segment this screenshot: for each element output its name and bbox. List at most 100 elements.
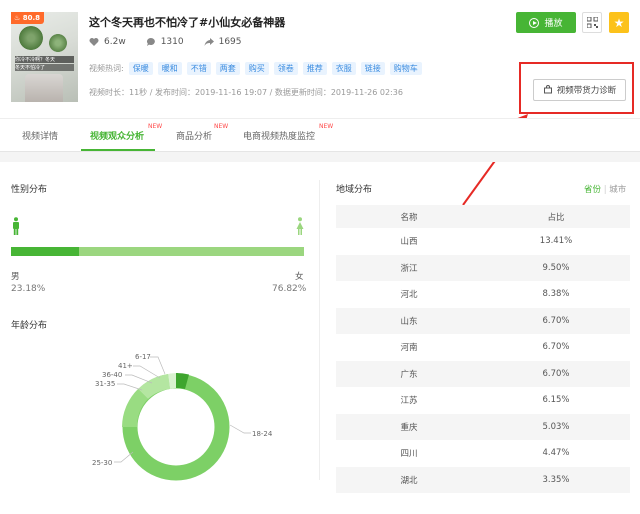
favorite-button[interactable]: ★ xyxy=(609,12,629,33)
share-arrow-icon xyxy=(204,38,214,46)
region-name: 四川 xyxy=(400,449,418,460)
region-pct: 8.38% xyxy=(542,289,570,300)
toggle-province[interactable]: 省份 xyxy=(584,185,601,195)
tab-product-analysis[interactable]: 商品分析 NEW xyxy=(176,123,228,142)
hot-word-tag[interactable]: 保暖 xyxy=(128,62,153,75)
comments-count: 1310 xyxy=(160,37,184,47)
hot-word-tag[interactable]: 暖和 xyxy=(157,62,182,75)
comments-stat: 1310 xyxy=(146,37,184,47)
thumbnail-plant xyxy=(19,26,43,50)
thumbnail-figure xyxy=(25,74,63,102)
col-pct-header: 占比 xyxy=(482,205,630,228)
hot-word-tag[interactable]: 推荐 xyxy=(302,62,327,75)
toggle-city[interactable]: 城市 xyxy=(609,185,626,195)
hot-word-tag[interactable]: 领卷 xyxy=(273,62,298,75)
tab-video-details[interactable]: 视频详情 xyxy=(22,129,58,142)
heat-score: 80.8 xyxy=(22,14,40,22)
hot-word-tag[interactable]: 购买 xyxy=(244,62,269,75)
tab-audience-analysis[interactable]: 视频观众分析 NEW xyxy=(90,123,162,142)
region-pct: 5.03% xyxy=(482,413,630,440)
likes-count: 6.2w xyxy=(104,37,126,47)
table-row: 山东 6.70% xyxy=(336,307,630,334)
table-row: 江苏 6.15% xyxy=(336,387,630,414)
male-percentage: 23.18% xyxy=(11,284,46,294)
hot-word-tag[interactable]: 衣服 xyxy=(331,62,356,75)
age-donut-chart: 6-17 41+ 36-40 31-35 25-30 18-24 xyxy=(92,353,273,481)
age-label: 31-35 xyxy=(95,380,115,388)
heat-badge: ♨ 80.8 xyxy=(11,12,44,24)
thumbnail-caption: 你冷不冷啊？冬天 xyxy=(15,56,74,63)
age-label: 18-24 xyxy=(252,430,273,438)
region-name: 山西 xyxy=(400,237,418,248)
shares-count: 1695 xyxy=(218,37,242,47)
shares-stat: 1695 xyxy=(204,37,242,47)
qr-code-icon xyxy=(586,17,598,28)
video-meta: 视频时长：11秒 / 发布时间：2019-11-16 19:07 / 数据更新时… xyxy=(89,88,403,97)
table-row: 山西 13.41% xyxy=(336,228,630,255)
tab-label: 视频详情 xyxy=(22,132,59,142)
age-label: 6-17 xyxy=(135,353,151,361)
region-name: 广东 xyxy=(336,360,482,387)
active-tab-indicator xyxy=(81,149,155,151)
region-name: 重庆 xyxy=(336,413,482,440)
comment-icon xyxy=(146,38,155,46)
female-percentage: 76.82% xyxy=(272,284,307,294)
tab-heat-monitor[interactable]: 电商视频热度监控 NEW xyxy=(243,123,333,142)
tab-label: 电商视频热度监控 xyxy=(243,132,316,142)
hot-words-label: 视频热词: xyxy=(89,64,124,73)
male-share-fill xyxy=(11,247,79,256)
hot-word-tag[interactable]: 链接 xyxy=(360,62,385,75)
region-pct: 4.47% xyxy=(542,448,570,459)
female-icon xyxy=(296,217,304,235)
region-pct: 6.70% xyxy=(542,342,570,353)
gender-ratio-bar xyxy=(11,247,304,256)
likes-stat: 6.2w xyxy=(89,37,126,47)
video-stats: 6.2w 1310 1695 xyxy=(89,37,242,47)
table-row: 河北 8.38% xyxy=(336,281,630,308)
thumbnail-caption: 冬天不怕冷了 xyxy=(15,64,74,71)
region-pct: 6.70% xyxy=(482,307,630,334)
hot-word-tag[interactable]: 不错 xyxy=(186,62,211,75)
tab-label: 视频观众分析 xyxy=(90,132,145,142)
new-badge: NEW xyxy=(148,123,163,130)
hot-word-tag[interactable]: 两套 xyxy=(215,62,240,75)
region-pct: 13.41% xyxy=(539,236,573,247)
region-name: 山东 xyxy=(336,307,482,334)
tab-label: 商品分析 xyxy=(176,132,213,142)
table-row: 湖北 3.35% xyxy=(336,466,630,493)
heart-icon xyxy=(89,38,99,46)
region-pct: 3.35% xyxy=(482,466,630,493)
qr-code-button[interactable] xyxy=(582,12,602,33)
male-icon xyxy=(13,217,19,235)
region-toggle: 省份 | 城市 xyxy=(584,183,626,195)
gender-title: 性别分布 xyxy=(11,185,48,195)
new-badge: NEW xyxy=(319,123,334,130)
region-pct: 6.70% xyxy=(482,360,630,387)
age-label: 25-30 xyxy=(92,459,112,467)
region-name: 浙江 xyxy=(336,254,482,281)
table-row: 重庆 5.03% xyxy=(336,413,630,440)
table-row: 浙江 9.50% xyxy=(336,254,630,281)
play-icon xyxy=(529,17,540,28)
diagnose-button[interactable]: 视频带货力诊断 xyxy=(533,79,626,101)
toggle-separator: | xyxy=(603,185,607,195)
region-name: 河北 xyxy=(400,290,418,301)
region-title: 地域分布 xyxy=(336,185,373,195)
section-separator xyxy=(0,152,640,162)
play-label: 播放 xyxy=(544,19,563,29)
region-table-header: 名称 占比 xyxy=(336,205,630,228)
diagnose-label: 视频带货力诊断 xyxy=(556,86,617,96)
play-button[interactable]: 播放 xyxy=(516,12,576,33)
video-title[interactable]: 这个冬天再也不怕冷了#小仙女必备神器 xyxy=(89,14,285,30)
col-name-header: 名称 xyxy=(336,205,482,228)
female-label: 女 xyxy=(295,272,304,282)
column-divider xyxy=(319,180,320,480)
region-table: 名称 占比 山西 13.41% 浙江 9.50% 河北 8.38% 山东 6.70% 河… xyxy=(336,205,630,493)
region-name: 江苏 xyxy=(400,396,418,407)
region-pct: 9.50% xyxy=(482,254,630,281)
video-thumbnail[interactable]: 你冷不冷啊？冬天 冬天不怕冷了 xyxy=(11,12,78,102)
hot-word-tag[interactable]: 购物车 xyxy=(389,62,422,75)
region-name: 河南 xyxy=(400,343,418,354)
tab-bar: 视频详情 视频观众分析 NEW 商品分析 NEW 电商视频热度监控 NEW xyxy=(0,118,640,152)
region-name: 湖北 xyxy=(336,466,482,493)
